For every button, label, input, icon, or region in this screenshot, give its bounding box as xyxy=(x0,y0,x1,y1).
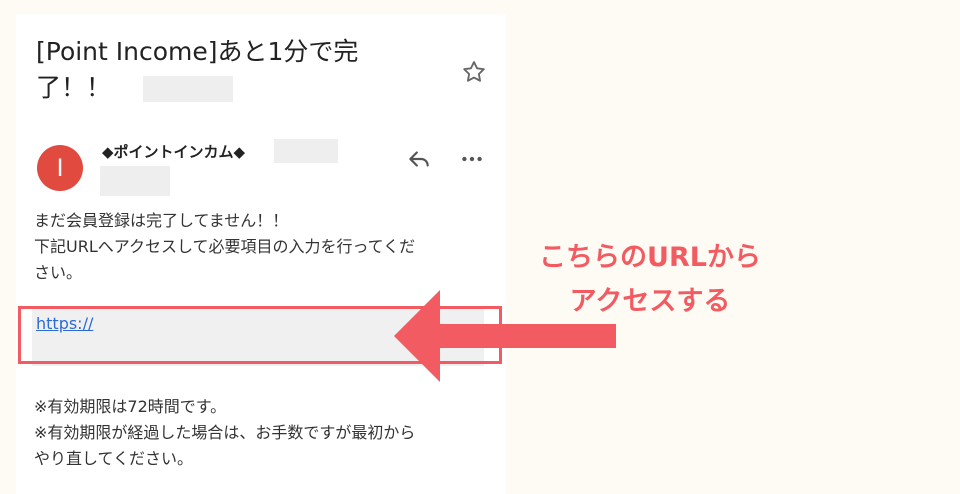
email-view: [Point Income]あと1分で完 了！！ I ◆ポイントインカム◆ まだ… xyxy=(16,14,506,494)
subject-line2: 了！！ xyxy=(36,73,112,102)
email-subject: [Point Income]あと1分で完 了！！ xyxy=(36,34,416,106)
annotation-line2: アクセスする xyxy=(569,286,731,317)
body-line1: まだ会員登録は完了してません！！ xyxy=(34,211,289,230)
redacted-email xyxy=(274,139,338,163)
sender-name: ◆ポイントインカム◆ xyxy=(102,143,246,161)
redacted-recipient xyxy=(100,166,170,196)
body-line2: 下記URLへアクセスして必要項目の入力を行ってくだ xyxy=(34,237,416,256)
annotation-text: こちらのURLから アクセスする xyxy=(510,236,790,324)
more-icon[interactable] xyxy=(459,146,485,172)
footer-line3: やり直してください。 xyxy=(34,449,194,468)
footer-line2: ※有効期限が経過した場合は、お手数ですが最初から xyxy=(34,423,416,442)
footer-line1: ※有効期限は72時間です。 xyxy=(34,397,227,416)
subject-line1: [Point Income]あと1分で完 xyxy=(36,37,359,66)
reply-icon[interactable] xyxy=(406,146,432,172)
star-icon[interactable] xyxy=(460,58,488,86)
sender-avatar: I xyxy=(37,145,83,191)
email-body-intro: まだ会員登録は完了してません！！ 下記URLへアクセスして必要項目の入力を行って… xyxy=(34,208,504,286)
body-line3: さい。 xyxy=(34,263,83,282)
redacted-text xyxy=(142,76,233,102)
annotation-line1: こちらのURLから xyxy=(539,242,761,273)
email-body-footer: ※有効期限は72時間です。 ※有効期限が経過した場合は、お手数ですが最初から や… xyxy=(34,394,504,472)
